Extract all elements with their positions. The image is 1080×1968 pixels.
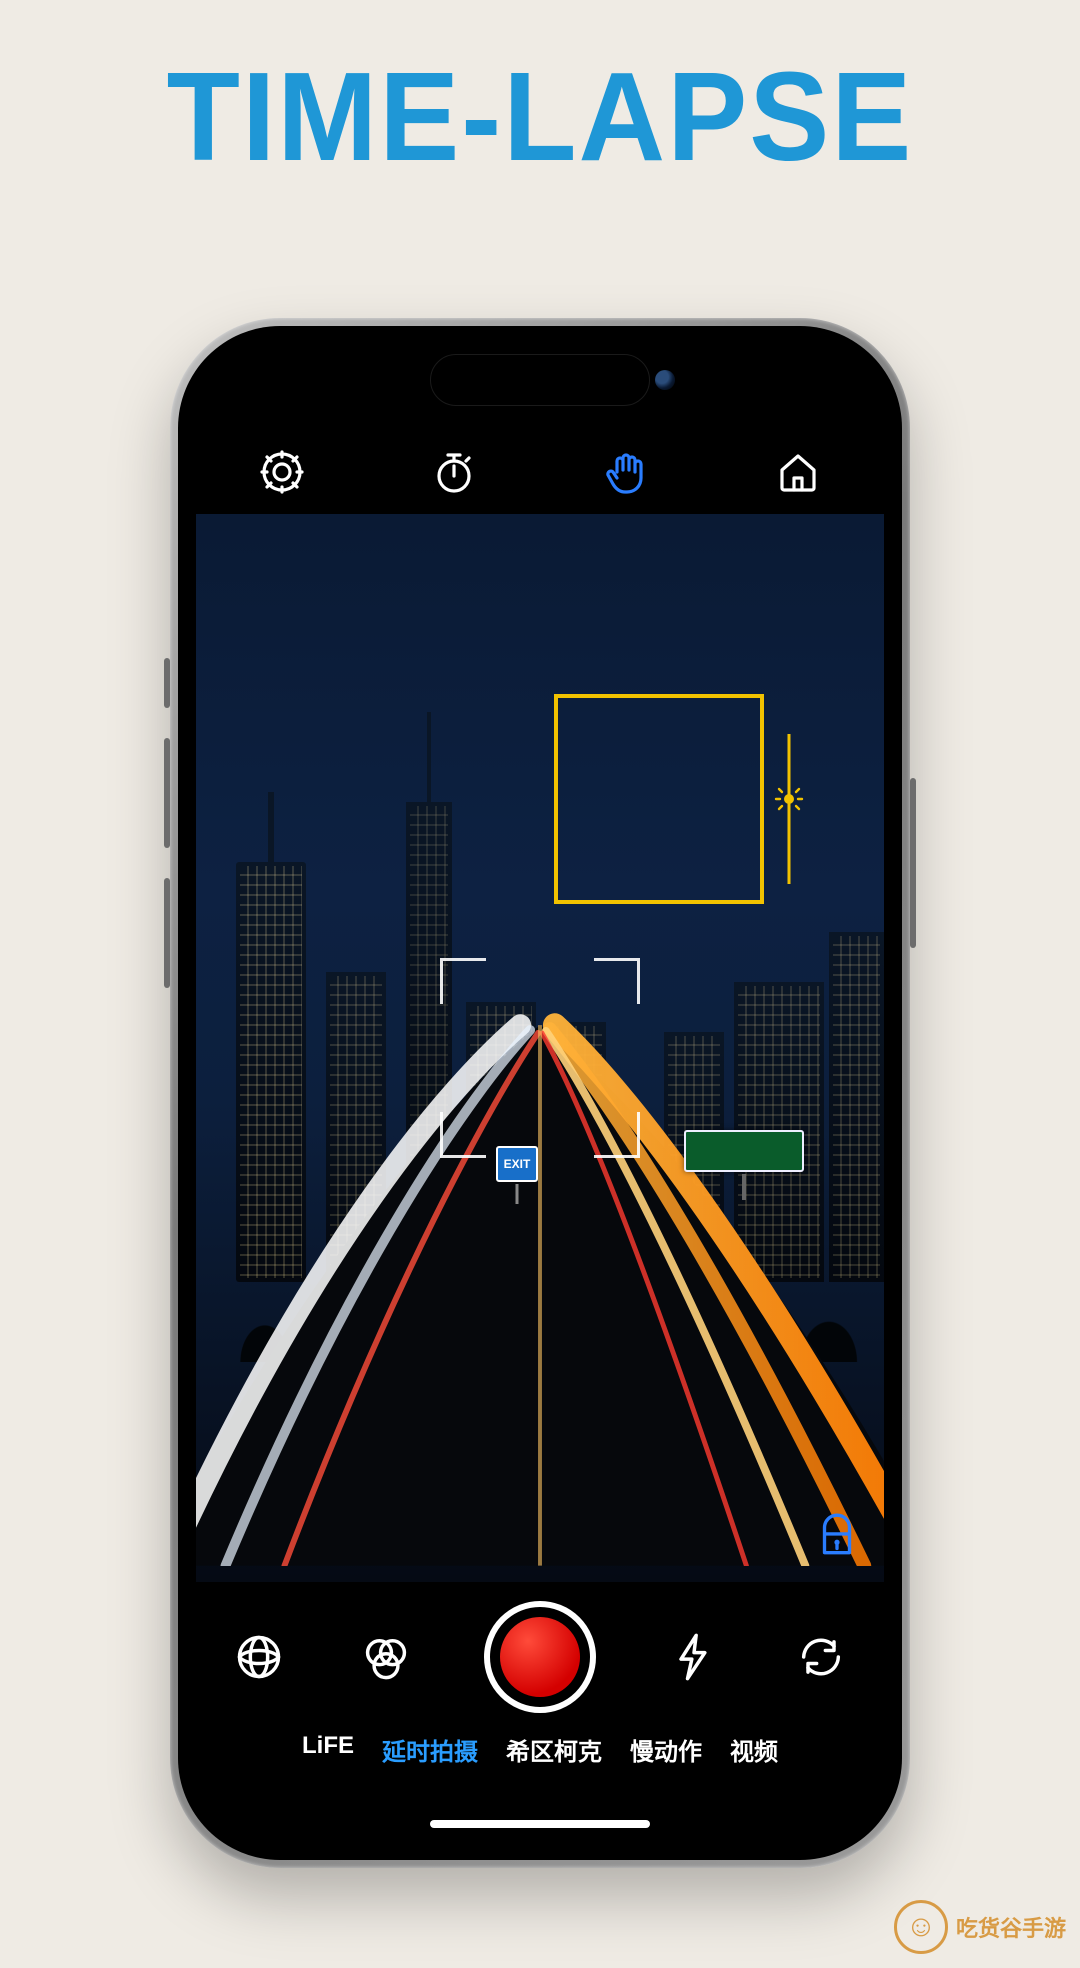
switch-camera-button[interactable] (793, 1629, 849, 1685)
record-button[interactable] (484, 1601, 596, 1713)
page-watermark-label: 吃货谷手游 (956, 1911, 1066, 1943)
bolt-icon (668, 1631, 720, 1683)
mode-life[interactable]: LiFE (302, 1732, 354, 1767)
screen: EXIT (196, 344, 884, 1842)
mode-timelapse[interactable]: 延时拍摄 (382, 1732, 478, 1767)
filters-icon (360, 1631, 412, 1683)
highway-sign (684, 1130, 804, 1172)
home-indicator[interactable] (430, 1820, 650, 1828)
sun-icon (774, 784, 804, 814)
dynamic-island (430, 354, 650, 406)
mode-hitchcock[interactable]: 希区柯克 (506, 1732, 602, 1767)
gesture-button[interactable] (600, 446, 652, 498)
side-button-vol-down (164, 878, 170, 988)
stopwatch-icon (430, 448, 478, 496)
side-button-vol-up (164, 738, 170, 848)
sphere-icon (233, 1631, 285, 1683)
page-watermark: ☺ 吃货谷手游 (894, 1900, 1066, 1954)
gallery-button[interactable] (231, 1629, 287, 1685)
af-brackets (440, 958, 640, 1158)
exposure-slider[interactable] (774, 784, 804, 819)
timer-button[interactable] (428, 446, 480, 498)
app-watermark (812, 1511, 862, 1566)
viewfinder[interactable]: EXIT (196, 514, 884, 1582)
filters-button[interactable] (358, 1629, 414, 1685)
mode-selector[interactable]: LiFE 延时拍摄 希区柯克 慢动作 视频 (196, 1732, 884, 1777)
mascot-icon: ☺ (894, 1900, 948, 1954)
bottom-controls: LiFE 延时拍摄 希区柯克 慢动作 视频 (196, 1582, 884, 1842)
side-button-silence (164, 658, 170, 708)
phone-frame: EXIT (170, 318, 910, 1868)
hand-icon (602, 448, 650, 496)
home-button[interactable] (772, 446, 824, 498)
hero-title: TIME-LAPSE (0, 45, 1080, 190)
home-icon (774, 448, 822, 496)
switch-icon (795, 1631, 847, 1683)
focus-indicator[interactable] (554, 694, 764, 904)
side-button-power (910, 778, 916, 948)
record-icon (500, 1617, 580, 1697)
settings-button[interactable] (256, 446, 308, 498)
gear-icon (258, 448, 306, 496)
flash-button[interactable] (666, 1629, 722, 1685)
mode-slowmo[interactable]: 慢动作 (630, 1732, 702, 1767)
mode-video[interactable]: 视频 (730, 1732, 778, 1767)
